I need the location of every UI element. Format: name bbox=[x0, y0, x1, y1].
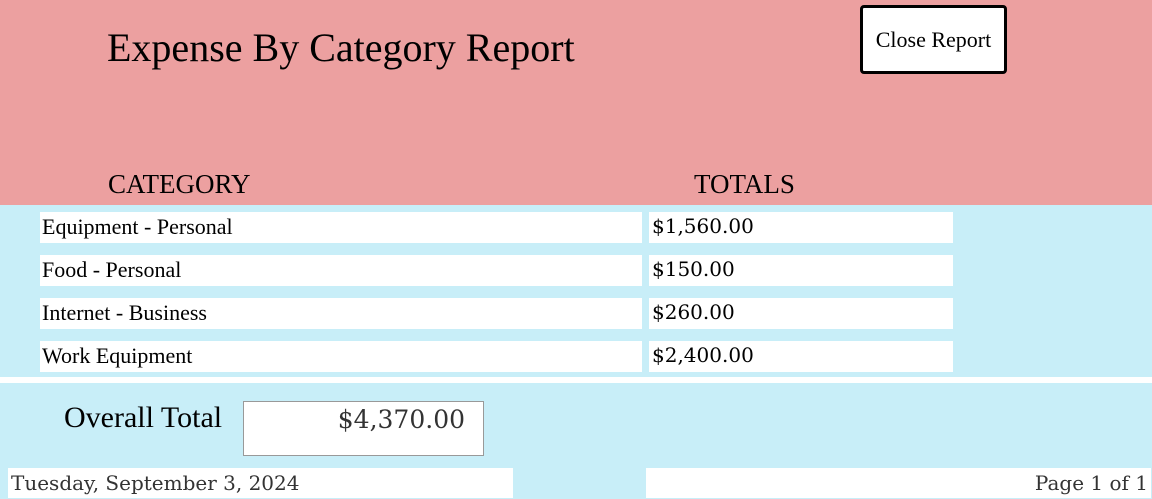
category-cell: Internet - Business bbox=[40, 298, 642, 329]
overall-total-label: Overall Total bbox=[64, 401, 223, 434]
close-report-button[interactable]: Close Report bbox=[860, 5, 1007, 74]
report-date: Tuesday, September 3, 2024 bbox=[8, 468, 513, 498]
total-cell: $260.00 bbox=[649, 298, 953, 329]
total-cell: $2,400.00 bbox=[649, 341, 953, 372]
column-header-category: CATEGORY bbox=[108, 169, 251, 199]
category-cell: Food - Personal bbox=[40, 255, 642, 286]
table-row: Work Equipment $2,400.00 bbox=[0, 341, 1152, 372]
page-number: Page 1 of 1 bbox=[646, 468, 1151, 498]
report-title: Expense By Category Report bbox=[107, 25, 575, 70]
report-header: Expense By Category Report Close Report … bbox=[0, 0, 1152, 205]
report-detail: Equipment - Personal $1,560.00 Food - Pe… bbox=[0, 205, 1152, 377]
table-row: Equipment - Personal $1,560.00 bbox=[0, 212, 1152, 243]
table-row: Food - Personal $150.00 bbox=[0, 255, 1152, 286]
table-row: Internet - Business $260.00 bbox=[0, 298, 1152, 329]
total-cell: $1,560.00 bbox=[649, 212, 953, 243]
category-cell: Work Equipment bbox=[40, 341, 642, 372]
category-cell: Equipment - Personal bbox=[40, 212, 642, 243]
report-footer: Overall Total $4,370.00 Tuesday, Septemb… bbox=[0, 383, 1152, 499]
overall-total-value: $4,370.00 bbox=[243, 401, 484, 456]
total-cell: $150.00 bbox=[649, 255, 953, 286]
column-header-totals: TOTALS bbox=[694, 169, 795, 199]
